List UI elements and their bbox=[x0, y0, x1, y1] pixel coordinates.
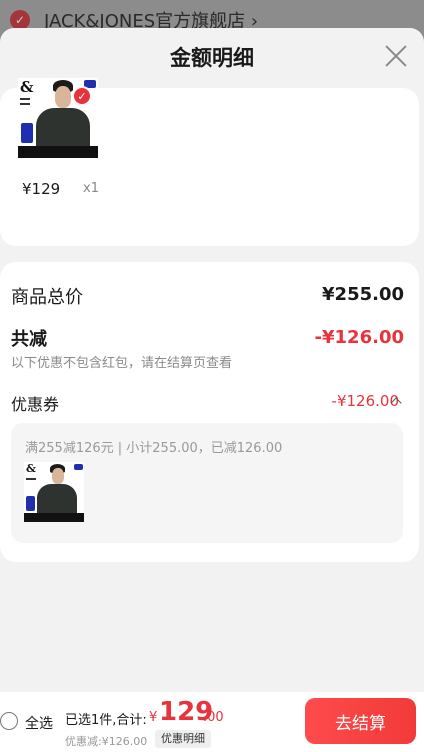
item-quantity: x1 bbox=[83, 181, 99, 196]
discount-label: 共减 bbox=[11, 329, 47, 350]
total-decimal: .00 bbox=[203, 710, 224, 725]
coupon-value[interactable]: -¥126.00 bbox=[332, 392, 399, 410]
discount-summary: 优惠减:¥126.00 bbox=[65, 735, 148, 748]
total-label: 商品总价 bbox=[11, 287, 83, 308]
total-value: ¥255.00 bbox=[322, 284, 404, 305]
discount-note: 以下优惠不包含红包，请在结算页查看 bbox=[11, 356, 233, 371]
brand-logo: & bbox=[20, 78, 34, 96]
coupon-label: 优惠券 bbox=[11, 395, 60, 414]
sheet-title: 金额明细 bbox=[170, 46, 254, 70]
brand-logo: & bbox=[26, 462, 36, 475]
select-all-label[interactable]: 全选 bbox=[25, 713, 53, 733]
coupon-product-thumbnail: & bbox=[24, 462, 84, 522]
check-icon: ✓ bbox=[72, 86, 92, 106]
selected-summary: 已选1件,合计: bbox=[65, 713, 147, 728]
check-icon: ✓ bbox=[10, 10, 30, 30]
checkout-button[interactable]: 去结算 bbox=[305, 698, 416, 744]
item-price: ¥129 bbox=[22, 180, 61, 198]
coupon-description: 满255减126元 | 小计255.00，已减126.00 bbox=[25, 441, 283, 456]
close-icon[interactable] bbox=[384, 44, 408, 68]
total-currency: ¥ bbox=[149, 710, 158, 725]
select-all-radio[interactable] bbox=[0, 712, 18, 730]
discount-detail-button[interactable]: 优惠明细 bbox=[155, 730, 211, 748]
discount-value: -¥126.00 bbox=[314, 327, 404, 348]
